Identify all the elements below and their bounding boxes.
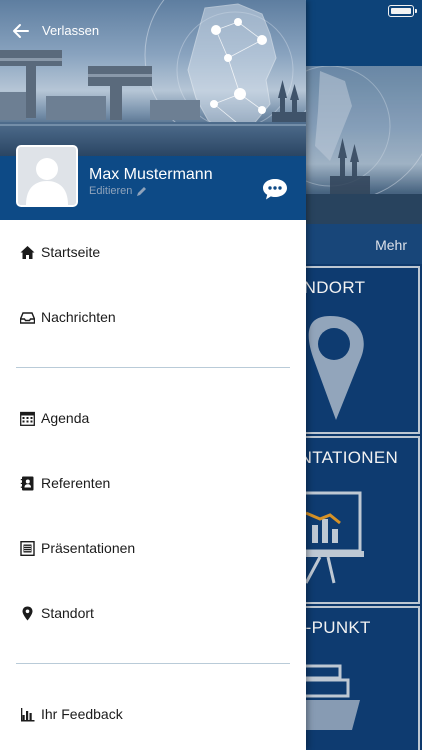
- menu-item-referenten[interactable]: Referenten: [20, 471, 290, 495]
- chat-button[interactable]: [262, 177, 288, 201]
- menu-item-label: Standort: [41, 605, 94, 621]
- drawer-scrim[interactable]: [306, 0, 422, 750]
- location-pin-icon: [22, 606, 33, 620]
- chat-bubble-icon: [263, 179, 287, 200]
- edit-label: Editieren: [89, 185, 133, 197]
- menu-item-label: Nachrichten: [41, 309, 116, 325]
- back-button[interactable]: [12, 22, 30, 40]
- avatar[interactable]: [16, 145, 78, 207]
- user-placeholder-icon: [18, 147, 76, 205]
- back-label[interactable]: Verlassen: [42, 23, 99, 38]
- document-icon: [20, 540, 35, 556]
- menu-item-praesentationen[interactable]: Präsentationen: [20, 536, 290, 560]
- menu-item-label: Ihr Feedback: [41, 706, 123, 722]
- menu-item-label: Agenda: [41, 410, 90, 426]
- drawer-hero-image: Verlassen: [0, 0, 306, 156]
- home-icon: [20, 245, 35, 259]
- menu-item-label: Referenten: [41, 475, 111, 491]
- edit-profile-link[interactable]: Editieren: [89, 185, 147, 197]
- inbox-icon: [20, 311, 35, 324]
- bar-chart-icon: [21, 707, 35, 721]
- pencil-icon: [137, 186, 147, 196]
- menu-item-label: Präsentationen: [41, 540, 136, 556]
- arrow-left-icon: [13, 24, 29, 38]
- menu-item-feedback[interactable]: Ihr Feedback: [20, 702, 290, 726]
- menu-item-startseite[interactable]: Startseite: [20, 240, 290, 264]
- menu-divider: [16, 367, 290, 368]
- user-name: Max Mustermann: [89, 166, 213, 183]
- contacts-book-icon: [20, 476, 34, 490]
- menu-item-agenda[interactable]: Agenda: [20, 406, 290, 430]
- calendar-icon: [20, 411, 35, 426]
- menu-divider: [16, 663, 290, 664]
- menu-item-nachrichten[interactable]: Nachrichten: [20, 305, 290, 329]
- menu-item-standort[interactable]: Standort: [20, 601, 290, 625]
- navigation-drawer: Verlassen Max Mustermann Editieren Start…: [0, 0, 306, 750]
- menu-item-label: Startseite: [41, 244, 101, 260]
